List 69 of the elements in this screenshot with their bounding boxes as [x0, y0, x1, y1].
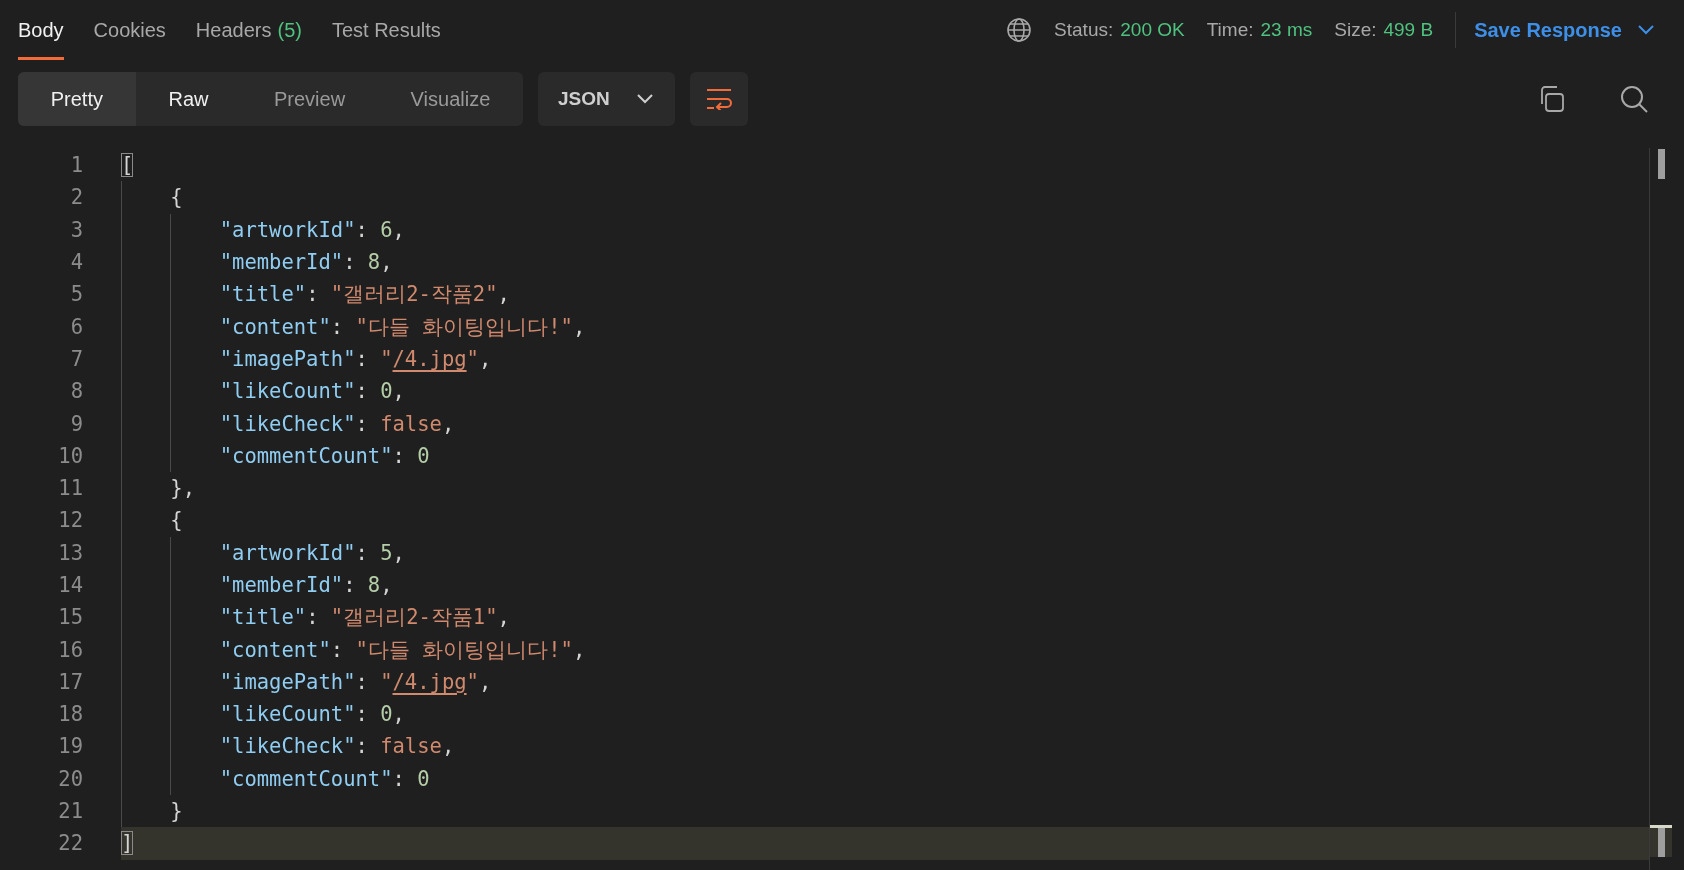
- code-line: "likeCheck": false,: [219, 410, 455, 438]
- line-number: 2: [69, 185, 84, 210]
- line-number: 21: [57, 799, 84, 824]
- code-line: {: [170, 184, 183, 212]
- search-button[interactable]: [1620, 85, 1648, 113]
- chevron-down-icon: [1638, 25, 1654, 35]
- meta-value: 200 OK: [1120, 19, 1185, 41]
- path-link[interactable]: /4.jpg: [392, 669, 467, 694]
- wrap-lines-button[interactable]: [690, 72, 748, 126]
- code-line: "content": "다들 화이팅입니다!",: [219, 636, 586, 664]
- code-line: "likeCount": 0,: [219, 378, 405, 406]
- line-number: 1: [69, 153, 84, 178]
- save-response-button[interactable]: Save Response: [1474, 18, 1654, 42]
- line-number: 9: [69, 411, 84, 436]
- line-number: 17: [57, 669, 84, 694]
- line-number: 7: [69, 346, 84, 371]
- code-line: "artworkId": 6,: [219, 216, 405, 244]
- code-line: "memberId": 8,: [219, 572, 393, 599]
- meta-label: Size:: [1334, 19, 1377, 41]
- view-mode-tab[interactable]: Pretty: [18, 72, 136, 126]
- line-number: 5: [69, 282, 84, 307]
- code-line: "content": "다들 화이팅입니다!",: [219, 313, 586, 341]
- code-line: "likeCount": 0,: [219, 701, 405, 729]
- view-mode-tab[interactable]: Raw: [135, 72, 242, 126]
- code-line: {: [170, 507, 183, 535]
- code-line: "imagePath": "/4.jpg",: [219, 345, 492, 373]
- code-line: "commentCount": 0: [219, 442, 430, 470]
- line-number: 3: [69, 217, 84, 242]
- format-dropdown[interactable]: JSON: [538, 72, 675, 126]
- line-number: 20: [57, 766, 84, 791]
- line-number: 12: [57, 508, 84, 533]
- wrap-lines-icon: [705, 88, 733, 110]
- line-number: 8: [69, 379, 84, 404]
- search-icon: [1620, 85, 1648, 113]
- response-tab[interactable]: Body: [18, 0, 64, 60]
- code-line: },: [170, 475, 196, 503]
- code-line: "artworkId": 5,: [219, 539, 405, 567]
- line-number: 15: [57, 605, 84, 630]
- path-link[interactable]: /4.jpg: [392, 346, 467, 371]
- code-line: "likeCheck": false,: [219, 733, 455, 761]
- scrollbar-thumb[interactable]: [1657, 149, 1665, 179]
- globe-icon: [1006, 17, 1033, 43]
- line-number: 11: [57, 476, 84, 501]
- code-line: "memberId": 8,: [219, 249, 393, 277]
- response-tab[interactable]: Cookies: [93, 0, 166, 60]
- response-tab[interactable]: Test Results: [331, 0, 441, 60]
- line-number: 18: [57, 702, 84, 727]
- matched-bracket: [: [121, 153, 134, 178]
- line-number: 14: [57, 573, 84, 597]
- code-line: "title": "갤러리2-작품1",: [219, 604, 510, 632]
- meta-label: Time:: [1206, 19, 1254, 41]
- code-line: "commentCount": 0: [219, 765, 430, 793]
- code-line: }: [170, 798, 183, 826]
- meta-value: 23 ms: [1260, 19, 1313, 41]
- matched-bracket: ]: [121, 831, 134, 856]
- code-line: "title": "갤러리2-작품2",: [219, 281, 510, 309]
- line-number: 19: [57, 734, 84, 759]
- response-tab[interactable]: Headers (5): [195, 0, 302, 60]
- line-number: 6: [69, 314, 84, 339]
- chevron-down-icon: [637, 94, 653, 104]
- line-number: 13: [57, 540, 84, 565]
- scrollbar[interactable]: [1649, 148, 1672, 870]
- line-number: 22: [57, 831, 84, 856]
- line-number: 10: [57, 443, 84, 468]
- line-number: 4: [69, 250, 84, 275]
- meta-label: Status:: [1054, 19, 1114, 41]
- code-line: "imagePath": "/4.jpg",: [219, 668, 492, 696]
- line-number: 16: [57, 637, 84, 662]
- meta-value: 499 B: [1383, 19, 1434, 41]
